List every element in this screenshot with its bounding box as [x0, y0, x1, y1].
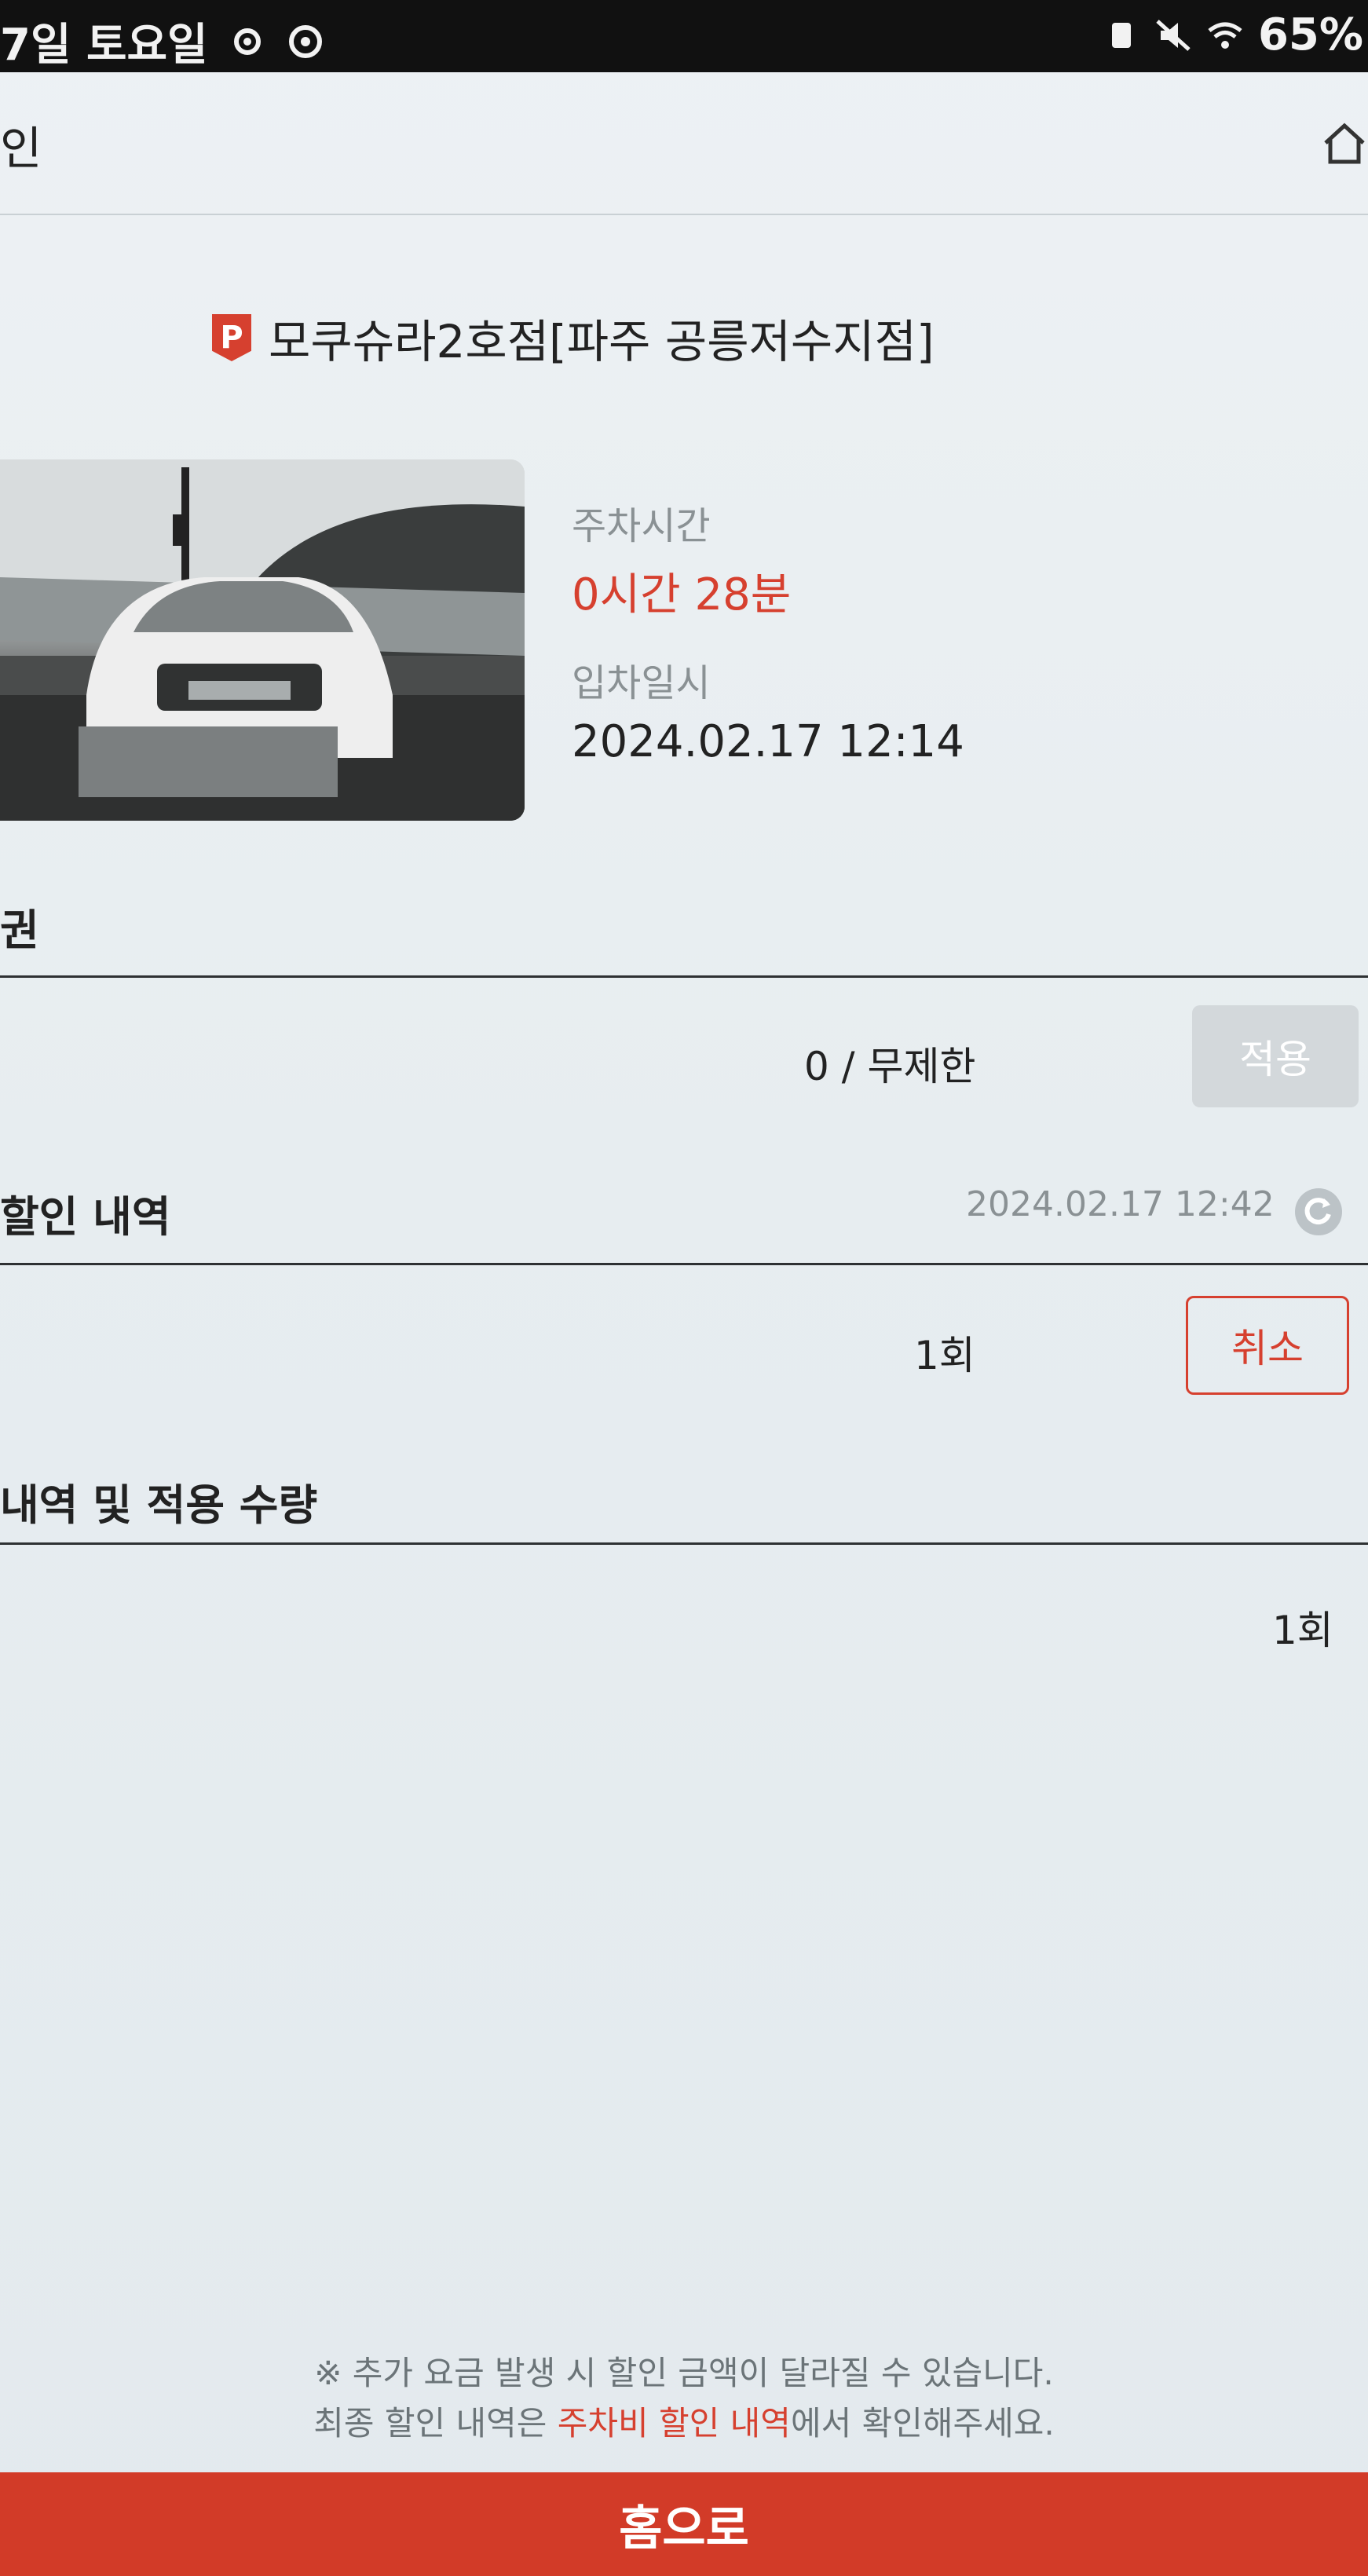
divider	[0, 975, 1368, 978]
vehicle-image	[0, 459, 525, 821]
entry-time-value: 2024.02.17 12:14	[572, 716, 964, 767]
home-icon[interactable]	[1321, 119, 1368, 166]
vehicle-photo	[0, 459, 525, 821]
cancel-button[interactable]: 취소	[1186, 1296, 1349, 1395]
duration-value: 0시간 28분	[572, 569, 792, 620]
battery-level: 65%	[1257, 9, 1363, 60]
page: 7일 토요일 65% 인 P 모쿠슈라2호점[파주 공릉저수지점] 주차시간 0…	[0, 0, 1368, 2576]
notice-line-2-prefix: 최종 할인 내역은	[313, 2404, 558, 2442]
notice-line-2: 최종 할인 내역은 주차비 할인 내역에서 확인해주세요.	[0, 2399, 1368, 2449]
status-date: 7일 토요일	[0, 20, 208, 71]
status-left: 7일 토요일	[0, 9, 324, 73]
status-bar: 7일 토요일 65%	[0, 0, 1368, 72]
summary-title: 내역 및 적용 수량	[0, 1480, 318, 1530]
history-title: 할인 내역	[0, 1192, 171, 1242]
wifi-icon	[1208, 22, 1242, 49]
notice-line-2-suffix: 에서 확인해주세요.	[790, 2404, 1055, 2442]
apply-button[interactable]: 적용	[1192, 1005, 1359, 1107]
mute-icon	[1156, 19, 1191, 51]
divider	[0, 1542, 1368, 1545]
home-button[interactable]: 홈으로	[0, 2472, 1368, 2576]
entry-time-label: 입차일시	[572, 661, 711, 705]
refresh-icon[interactable]	[1294, 1187, 1343, 1236]
sync-icon	[288, 24, 322, 58]
divider	[0, 1263, 1368, 1265]
notice: ※ 추가 요금 발생 시 할인 금액이 달라질 수 있습니다. 최종 할인 내역…	[0, 2348, 1368, 2449]
discount-usage: 0 / 무제한	[804, 1044, 976, 1089]
page-title: 인	[0, 122, 42, 175]
discount-history-link[interactable]: 주차비 할인 내역	[558, 2404, 791, 2442]
parking-icon: P	[212, 314, 251, 361]
store-name: 모쿠슈라2호점[파주 공릉저수지점]	[269, 315, 935, 368]
header: 인	[0, 72, 1368, 215]
history-count: 1회	[914, 1333, 975, 1378]
duration-label: 주차시간	[572, 504, 711, 548]
settings-icon	[233, 27, 261, 55]
history-timestamp: 2024.02.17 12:42	[966, 1184, 1275, 1224]
discount-section-title: 권	[0, 906, 39, 955]
store-header: P 모쿠슈라2호점[파주 공릉저수지점]	[212, 305, 935, 371]
status-right: 65%	[1103, 9, 1363, 60]
summary-count: 1회	[1272, 1608, 1333, 1653]
sim-icon	[1111, 22, 1131, 48]
notice-line-1: ※ 추가 요금 발생 시 할인 금액이 달라질 수 있습니다.	[314, 2354, 1054, 2392]
